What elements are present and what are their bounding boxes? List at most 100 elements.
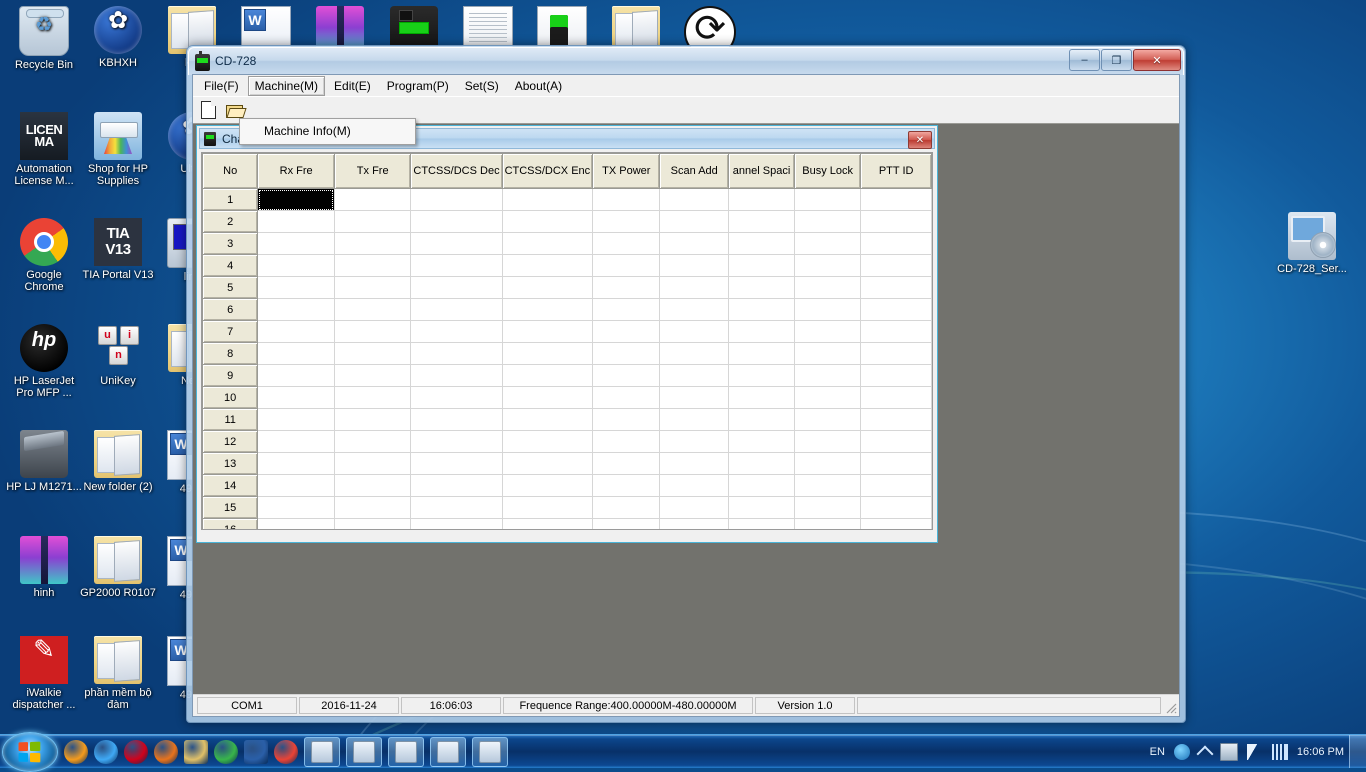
table-cell[interactable] — [592, 276, 661, 299]
table-row[interactable]: 15 — [202, 496, 932, 519]
table-cell[interactable] — [728, 342, 796, 365]
table-cell[interactable] — [794, 342, 862, 365]
row-number[interactable]: 10 — [202, 386, 259, 409]
table-cell[interactable] — [860, 254, 932, 277]
new-file-button[interactable] — [197, 100, 219, 121]
row-number[interactable]: 9 — [202, 364, 259, 387]
row-number[interactable]: 14 — [202, 474, 259, 497]
start-button[interactable] — [2, 732, 58, 772]
table-cell[interactable] — [659, 276, 730, 299]
table-cell[interactable] — [659, 430, 730, 453]
column-header-no[interactable]: No — [202, 153, 259, 189]
desktop-icon-recycle-bin[interactable]: Recycle Bin — [6, 6, 82, 71]
table-cell[interactable] — [794, 232, 862, 255]
table-cell[interactable] — [728, 518, 796, 529]
row-number[interactable]: 6 — [202, 298, 259, 321]
desktop-icon-hinh[interactable]: hinh — [6, 536, 82, 599]
table-cell[interactable] — [860, 474, 932, 497]
table-cell[interactable] — [257, 298, 335, 321]
table-cell[interactable] — [592, 210, 661, 233]
table-cell[interactable] — [410, 320, 503, 343]
taskbar-clock[interactable]: 16:06 PM — [1297, 746, 1344, 758]
table-row[interactable]: 14 — [202, 474, 932, 497]
table-cell[interactable] — [410, 298, 503, 321]
table-row[interactable]: 4 — [202, 254, 932, 277]
taskbar-button-app3[interactable] — [388, 736, 424, 767]
row-number[interactable]: 7 — [202, 320, 259, 343]
table-cell[interactable] — [410, 210, 503, 233]
antivirus-icon[interactable] — [124, 739, 148, 764]
channel-information-close-button[interactable]: ✕ — [908, 131, 932, 149]
table-cell[interactable] — [592, 518, 661, 529]
row-number[interactable]: 3 — [202, 232, 259, 255]
column-header-scan-add[interactable]: Scan Add — [659, 153, 730, 189]
signal-bars-icon[interactable] — [1271, 743, 1288, 760]
taskbar-button-cd728[interactable] — [472, 736, 508, 767]
table-cell[interactable] — [794, 364, 862, 387]
word-icon[interactable] — [244, 739, 268, 764]
table-cell[interactable] — [794, 210, 862, 233]
table-cell[interactable] — [410, 474, 503, 497]
table-cell[interactable] — [410, 276, 503, 299]
table-cell[interactable] — [410, 496, 503, 519]
table-cell[interactable] — [333, 518, 412, 529]
table-cell[interactable] — [860, 320, 932, 343]
table-cell[interactable] — [659, 408, 730, 431]
desktop-icon-new-folder-2[interactable]: New folder (2) — [80, 430, 156, 493]
table-cell[interactable] — [592, 452, 661, 475]
windows-media-player-icon[interactable] — [64, 739, 88, 764]
table-cell[interactable] — [592, 474, 661, 497]
table-cell[interactable] — [257, 518, 335, 529]
table-cell[interactable] — [333, 188, 412, 211]
table-cell[interactable] — [860, 342, 932, 365]
table-cell[interactable] — [860, 298, 932, 321]
resize-grip-icon[interactable] — [1163, 697, 1177, 714]
volume-icon[interactable] — [1246, 743, 1263, 760]
firefox-icon[interactable] — [154, 739, 178, 764]
menu-set[interactable]: Set(S) — [458, 76, 506, 96]
table-cell[interactable] — [592, 232, 661, 255]
table-cell[interactable] — [659, 452, 730, 475]
table-cell[interactable] — [659, 496, 730, 519]
table-cell[interactable] — [592, 408, 661, 431]
table-cell[interactable] — [659, 188, 730, 211]
tray-language[interactable]: EN — [1150, 746, 1165, 758]
table-cell[interactable] — [794, 496, 862, 519]
table-cell[interactable] — [860, 386, 932, 409]
table-row[interactable]: 16 — [202, 518, 932, 529]
table-cell[interactable] — [794, 188, 862, 211]
table-cell[interactable] — [410, 232, 503, 255]
table-cell[interactable] — [592, 386, 661, 409]
table-cell[interactable] — [257, 496, 335, 519]
row-number[interactable]: 5 — [202, 276, 259, 299]
menu-machine[interactable]: Machine(M) — [247, 75, 326, 96]
row-number[interactable]: 2 — [202, 210, 259, 233]
desktop-icon-google-chrome[interactable]: Google Chrome — [6, 218, 82, 293]
table-cell[interactable] — [728, 474, 796, 497]
network-disconnected-icon[interactable] — [1219, 742, 1238, 761]
column-header-ctcss-dcs-dec[interactable]: CTCSS/DCS Dec — [410, 153, 503, 189]
show-desktop-button[interactable] — [1349, 735, 1366, 768]
table-cell[interactable] — [501, 474, 594, 497]
row-number[interactable]: 13 — [202, 452, 259, 475]
table-cell[interactable] — [659, 364, 730, 387]
table-cell[interactable] — [410, 364, 503, 387]
table-row[interactable]: 13 — [202, 452, 932, 475]
table-cell[interactable] — [794, 518, 862, 529]
table-cell[interactable] — [794, 254, 862, 277]
table-cell[interactable] — [257, 386, 335, 409]
column-header-ptt-id[interactable]: PTT ID — [860, 153, 932, 189]
table-cell[interactable] — [728, 452, 796, 475]
table-cell[interactable] — [860, 452, 932, 475]
table-cell[interactable] — [592, 430, 661, 453]
table-cell[interactable] — [501, 254, 594, 277]
taskbar-button-smp[interactable] — [346, 736, 382, 767]
maximize-button[interactable]: ❐ — [1101, 49, 1132, 71]
taskbar-button-paint[interactable] — [430, 736, 466, 767]
desktop-icon-cd-728-ser[interactable]: CD-728_Ser... — [1274, 212, 1350, 275]
cd728-application-window[interactable]: CD-728 – ❐ ✕ File(F) Machine(M) Edit(E) Pro… — [186, 45, 1186, 723]
menu-item-machine-info[interactable]: Machine Info(M) — [240, 119, 415, 144]
taskbar-button-app1[interactable] — [304, 736, 340, 767]
table-cell[interactable] — [728, 232, 796, 255]
table-cell[interactable] — [728, 408, 796, 431]
